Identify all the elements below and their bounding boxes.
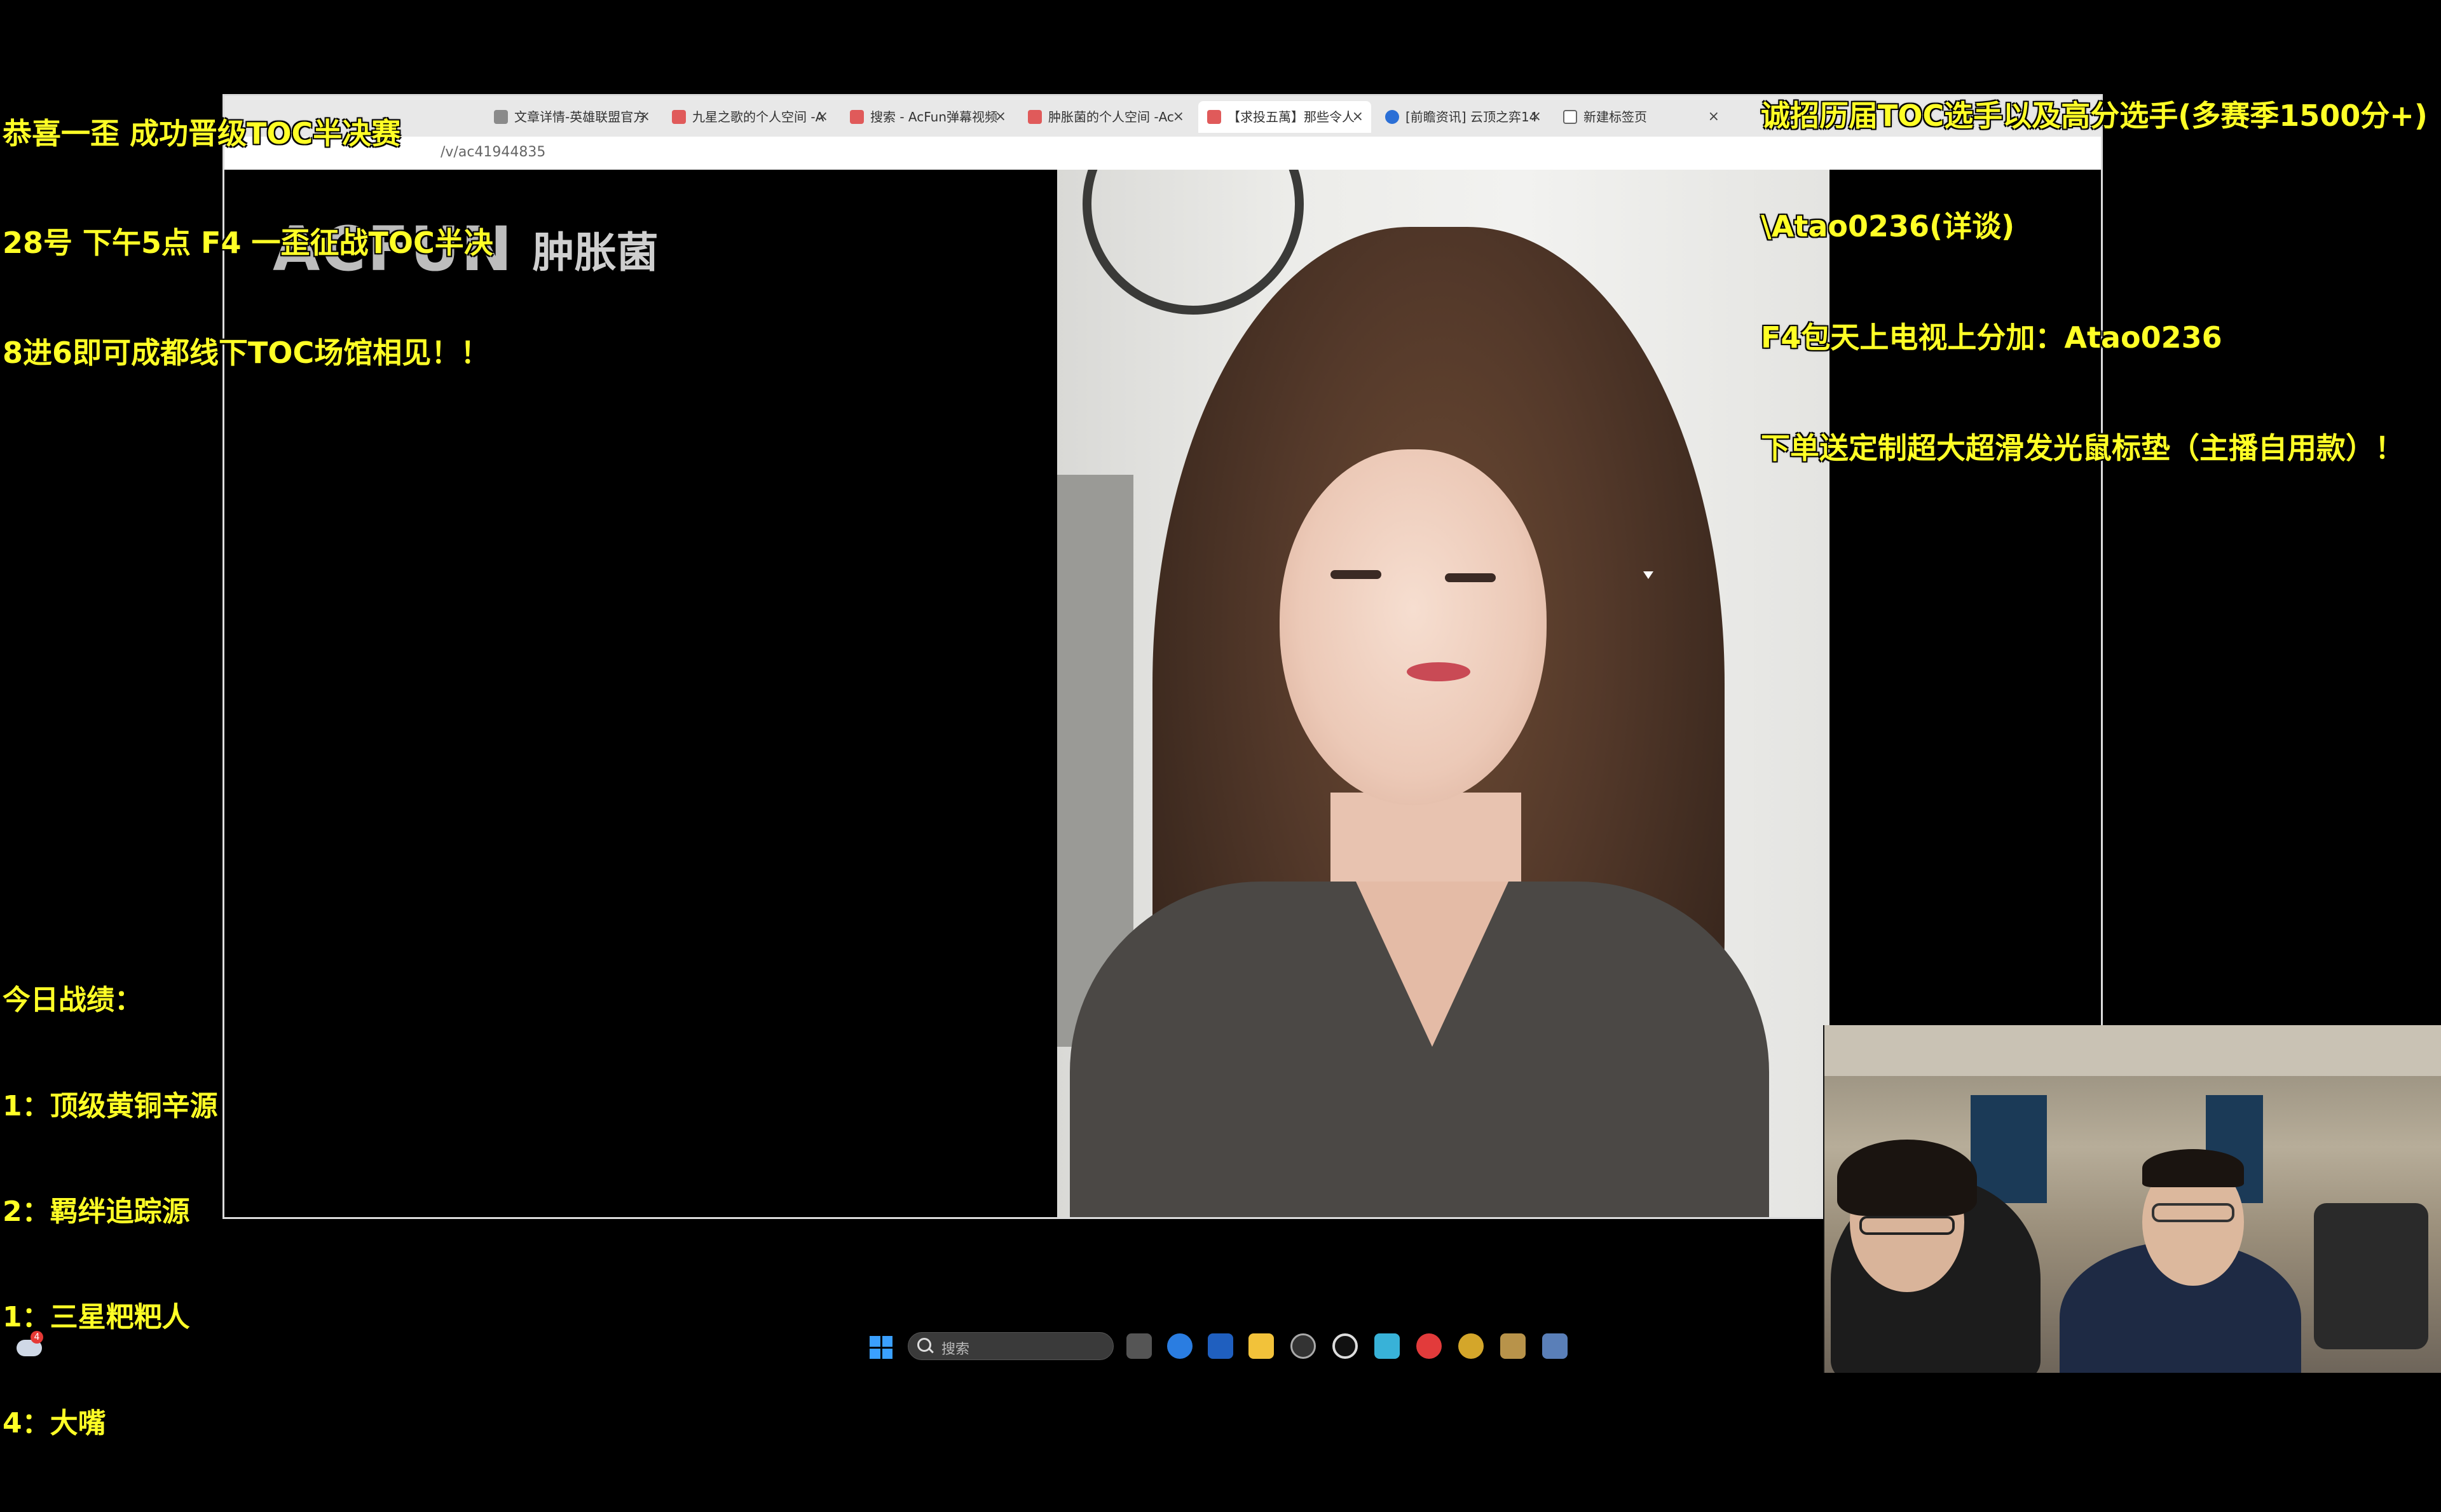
- browser-icon[interactable]: [1167, 1333, 1193, 1359]
- tft-icon[interactable]: [1542, 1333, 1568, 1359]
- overlay-line: 下单送定制超大超滑发光鼠标垫（主播自用款）！: [1761, 430, 2404, 465]
- stats-line: 1：顶级黄铜辛源: [3, 1089, 218, 1122]
- task-view-icon[interactable]: [1126, 1333, 1152, 1359]
- tab-label: 文章详情-英雄联盟官方: [514, 109, 646, 125]
- webcam-feed: [1823, 1025, 2441, 1373]
- tab-favicon-icon: [672, 110, 686, 124]
- tab-label: 九星之歌的个人空间 -A: [692, 109, 824, 125]
- overlay-daily-stats: 今日战绩： 1：顶级黄铜辛源 2：羁绊追踪源 1：三星粑粑人 4：大嘴: [3, 915, 218, 1512]
- obs-icon[interactable]: [1332, 1333, 1358, 1359]
- taskbar-search-input[interactable]: 搜索: [908, 1332, 1114, 1360]
- overlay-line: F4包天上电视上分加：Atao0236: [1761, 320, 2222, 355]
- overlay-line: 28号 下午5点 F4 一歪征战TOC半决: [3, 226, 493, 261]
- tab-label: 搜索 - AcFun弹幕视频: [870, 109, 998, 125]
- glasses-icon: [2152, 1203, 2234, 1222]
- search-icon: [917, 1338, 931, 1352]
- game-icon[interactable]: [1290, 1333, 1316, 1359]
- tab-label: 肿胀菌的个人空间 -Ac: [1048, 109, 1174, 125]
- desktop: 恭喜一歪 成功晋级TOC半决赛 28号 下午5点 F4 一歪征战TOC半决 8进…: [0, 0, 2441, 1440]
- stats-line: 2：羁绊追踪源: [3, 1195, 190, 1229]
- face: [1280, 449, 1547, 805]
- video-frame[interactable]: [1057, 170, 1829, 1217]
- streamer-left-hair: [1837, 1140, 1977, 1216]
- tab-favicon-icon: [1028, 110, 1042, 124]
- lol-client-icon[interactable]: [1458, 1333, 1484, 1359]
- tab-close-icon[interactable]: ×: [1708, 101, 1720, 133]
- tab-label: [前瞻资讯] 云顶之弈14: [1405, 109, 1538, 125]
- tab-close-icon[interactable]: ×: [995, 101, 1006, 133]
- taskbar: 搜索: [0, 1322, 1823, 1373]
- netease-music-icon[interactable]: [1416, 1333, 1442, 1359]
- streamer-right-hair: [2142, 1149, 2244, 1187]
- search-placeholder: 搜索: [941, 1342, 970, 1358]
- glasses-icon: [1859, 1216, 1955, 1235]
- tab-jiuxing-space[interactable]: 九星之歌的个人空间 -A ×: [663, 101, 836, 133]
- tab-label: 新建标签页: [1583, 109, 1647, 125]
- shirt-neckline: [1356, 882, 1508, 1047]
- ring-light: [1083, 170, 1304, 315]
- cam-ceiling: [1824, 1025, 2441, 1076]
- tab-favicon-icon: [1563, 110, 1577, 124]
- overlay-announcement: 恭喜一歪 成功晋级TOC半决赛 28号 下午5点 F4 一歪征战TOC半决 8进…: [3, 44, 493, 444]
- tab-acfun-search[interactable]: 搜索 - AcFun弹幕视频 ×: [841, 101, 1014, 133]
- tab-zhongzhangjun-space[interactable]: 肿胀菌的个人空间 -Ac ×: [1019, 101, 1192, 133]
- overlay-line: 恭喜一歪 成功晋级TOC半决赛: [3, 116, 401, 151]
- left-eye: [1330, 570, 1381, 579]
- windows-start-icon[interactable]: [870, 1336, 892, 1359]
- right-eye: [1445, 573, 1496, 582]
- stats-line: 1：三星粑粑人: [3, 1301, 190, 1334]
- notepad-icon[interactable]: [1374, 1333, 1400, 1359]
- tab-new-tab[interactable]: 新建标签页 ×: [1554, 101, 1727, 133]
- tab-close-icon[interactable]: ×: [1530, 101, 1542, 133]
- tab-close-icon[interactable]: ×: [817, 101, 828, 133]
- lips: [1407, 662, 1470, 681]
- tab-favicon-icon: [850, 110, 864, 124]
- tab-close-icon[interactable]: ×: [639, 101, 650, 133]
- stats-line: 4：大嘴: [3, 1406, 106, 1440]
- tab-label: 【求投五萬】那些令人: [1227, 109, 1355, 125]
- overlay-recruitment: 诚招历届TOC选手以及高分选手(多赛季1500分+) \Atao0236(详谈)…: [1761, 27, 2428, 541]
- file-explorer-icon[interactable]: [1248, 1333, 1274, 1359]
- acfun-uploader-name: 肿胀菌: [532, 228, 659, 277]
- cam-curtain: [1971, 1095, 2047, 1203]
- tab-close-icon[interactable]: ×: [1352, 101, 1364, 133]
- overlay-line: 诚招历届TOC选手以及高分选手(多赛季1500分+): [1761, 99, 2428, 133]
- tab-active-video[interactable]: 【求投五萬】那些令人 ×: [1198, 101, 1371, 133]
- stats-title: 今日战绩：: [3, 984, 142, 1017]
- tab-favicon-icon: [1207, 110, 1221, 124]
- tab-favicon-icon: [494, 110, 508, 124]
- tab-close-icon[interactable]: ×: [1173, 101, 1184, 133]
- overlay-line: 8进6即可成都线下TOC场馆相见！！: [3, 335, 490, 370]
- tab-lol-article[interactable]: 文章详情-英雄联盟官方 ×: [485, 101, 658, 133]
- mouse-cursor-icon: [1643, 571, 1653, 579]
- tab-tft-news[interactable]: [前瞻资讯] 云顶之弈14 ×: [1376, 101, 1549, 133]
- store-icon[interactable]: [1208, 1333, 1233, 1359]
- tab-favicon-icon: [1385, 110, 1399, 124]
- overlay-line: \Atao0236(详谈): [1761, 209, 2015, 244]
- office-chair: [2314, 1203, 2428, 1349]
- league-icon[interactable]: [1500, 1333, 1526, 1359]
